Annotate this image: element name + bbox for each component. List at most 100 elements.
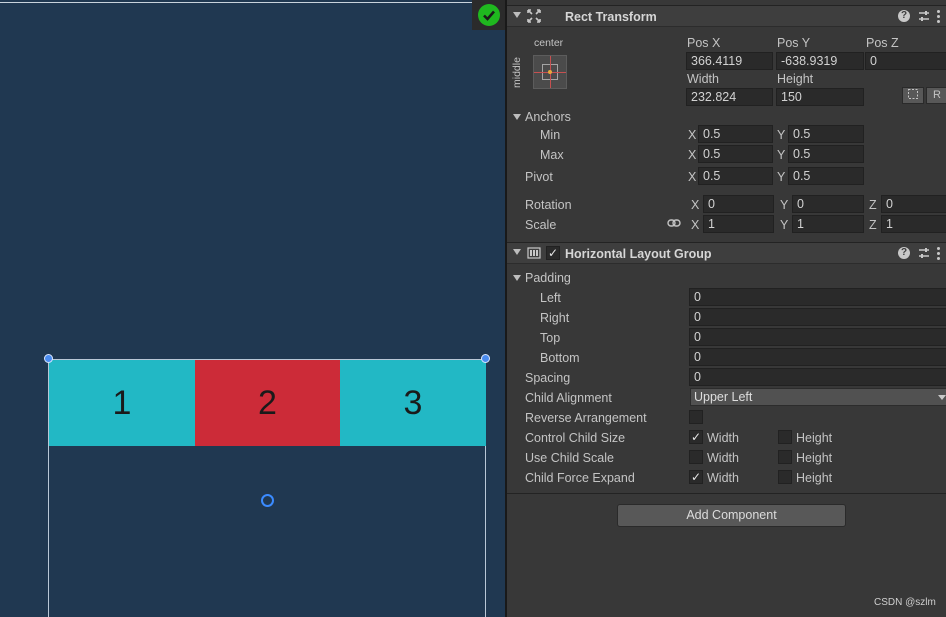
fold-arrow-icon[interactable] xyxy=(513,249,521,255)
pivot-y-field[interactable]: 0.5 xyxy=(788,167,864,185)
pos-y-label: Pos Y xyxy=(777,36,811,50)
height-option-label: Height xyxy=(796,431,833,445)
anchors-fold-icon[interactable] xyxy=(513,114,521,120)
padding-right-field[interactable]: 0 xyxy=(689,308,946,326)
pivot-label: Pivot xyxy=(525,170,553,184)
anchor-preset-button[interactable] xyxy=(533,55,567,89)
axis-y-label: Y xyxy=(777,170,786,184)
pivot-x-field[interactable]: 0.5 xyxy=(698,167,773,185)
padding-fold-icon[interactable] xyxy=(513,275,521,281)
anchor-min-y-field[interactable]: 0.5 xyxy=(788,125,864,143)
control-child-size-height-checkbox[interactable] xyxy=(778,430,792,444)
pos-z-label: Pos Z xyxy=(866,36,899,50)
use-child-scale-label: Use Child Scale xyxy=(525,451,614,465)
axis-y-label: Y xyxy=(777,128,786,142)
pos-x-label: Pos X xyxy=(687,36,721,50)
presets-icon[interactable] xyxy=(917,246,931,260)
use-child-scale-width-checkbox[interactable] xyxy=(689,450,703,464)
anchor-vertical-label: middle xyxy=(511,57,523,88)
fold-arrow-icon[interactable] xyxy=(513,12,521,18)
axis-y-label: Y xyxy=(780,218,789,232)
add-component-button[interactable]: Add Component xyxy=(617,504,846,527)
component-title: Rect Transform xyxy=(565,10,657,24)
help-icon[interactable]: ? xyxy=(898,247,910,259)
pos-y-field[interactable]: -638.9319 xyxy=(776,52,864,70)
anchor-horizontal-label: center xyxy=(534,37,564,49)
use-child-scale-height-checkbox[interactable] xyxy=(778,450,792,464)
scene-view[interactable]: 1 2 3 xyxy=(0,0,505,617)
raw-edit-button[interactable]: R xyxy=(926,87,946,104)
constrain-proportions-link-icon[interactable] xyxy=(667,218,681,228)
axis-y-label: Y xyxy=(780,198,789,212)
width-field[interactable]: 232.824 xyxy=(686,88,773,106)
width-label: Width xyxy=(687,72,719,86)
control-child-size-width-checkbox[interactable]: ✓ xyxy=(689,430,703,444)
height-field[interactable]: 150 xyxy=(776,88,864,106)
anchor-max-x-field[interactable]: 0.5 xyxy=(698,145,773,163)
kebab-menu-icon[interactable] xyxy=(937,247,941,260)
anchor-min-x-field[interactable]: 0.5 xyxy=(698,125,773,143)
child-label: 2 xyxy=(258,383,277,422)
anchor-min-label: Min xyxy=(540,128,561,142)
component-title: Horizontal Layout Group xyxy=(565,247,712,261)
anchor-max-y-field[interactable]: 0.5 xyxy=(788,145,864,163)
padding-label: Padding xyxy=(525,271,571,285)
horizontal-layout-icon xyxy=(527,247,541,259)
scale-x-field[interactable]: 1 xyxy=(703,215,774,233)
layout-child-2[interactable]: 2 xyxy=(195,360,340,446)
blueprint-mode-button[interactable] xyxy=(902,87,924,104)
component-separator xyxy=(507,493,946,494)
layout-child-3[interactable]: 3 xyxy=(340,360,486,446)
horizontal-layout-group-header[interactable]: ✓ Horizontal Layout Group ? xyxy=(507,242,946,264)
status-badge xyxy=(472,0,505,30)
child-label: 3 xyxy=(403,383,423,422)
chevron-down-icon xyxy=(938,395,946,400)
rotation-label: Rotation xyxy=(525,198,572,212)
rect-transform-header[interactable]: Rect Transform ? xyxy=(507,5,946,27)
child-force-expand-width-checkbox[interactable]: ✓ xyxy=(689,470,703,484)
height-option-label: Height xyxy=(796,451,833,465)
anchor-max-label: Max xyxy=(540,148,564,162)
padding-top-label: Top xyxy=(540,331,561,345)
component-enabled-checkbox[interactable]: ✓ xyxy=(546,246,560,260)
presets-icon[interactable] xyxy=(917,9,931,23)
scale-label: Scale xyxy=(525,218,557,232)
padding-left-field[interactable]: 0 xyxy=(689,288,946,306)
spacing-label: Spacing xyxy=(525,371,571,385)
axis-x-label: X xyxy=(691,198,700,212)
control-child-size-label: Control Child Size xyxy=(525,431,626,445)
axis-x-label: X xyxy=(688,128,697,142)
child-alignment-value: Upper Left xyxy=(694,390,753,404)
child-alignment-dropdown[interactable]: Upper Left xyxy=(690,388,946,406)
canvas-border xyxy=(0,2,472,3)
scale-z-field[interactable]: 1 xyxy=(881,215,946,233)
inspector-panel: Rect Transform ? center middle Pos X Pos… xyxy=(507,0,946,617)
height-label: Height xyxy=(777,72,814,86)
rect-handle-top-left[interactable] xyxy=(44,354,53,363)
axis-x-label: X xyxy=(691,218,700,232)
help-icon[interactable]: ? xyxy=(898,10,910,22)
reverse-arrangement-checkbox[interactable] xyxy=(689,410,703,424)
axis-z-label: Z xyxy=(869,198,877,212)
kebab-menu-icon[interactable] xyxy=(937,10,941,23)
axis-y-label: Y xyxy=(777,148,786,162)
width-option-label: Width xyxy=(707,451,739,465)
axis-x-label: X xyxy=(688,170,697,184)
layout-child-1[interactable]: 1 xyxy=(49,360,195,446)
child-force-expand-height-checkbox[interactable] xyxy=(778,470,792,484)
rotation-x-field[interactable]: 0 xyxy=(703,195,774,213)
padding-bottom-label: Bottom xyxy=(540,351,580,365)
rotation-z-field[interactable]: 0 xyxy=(881,195,946,213)
scale-y-field[interactable]: 1 xyxy=(792,215,864,233)
width-option-label: Width xyxy=(707,471,739,485)
child-label: 1 xyxy=(112,383,132,422)
width-option-label: Width xyxy=(707,431,739,445)
spacing-field[interactable]: 0 xyxy=(689,368,946,386)
pivot-handle[interactable] xyxy=(261,494,274,507)
padding-bottom-field[interactable]: 0 xyxy=(689,348,946,366)
rotation-y-field[interactable]: 0 xyxy=(792,195,864,213)
padding-top-field[interactable]: 0 xyxy=(689,328,946,346)
rect-handle-top-right[interactable] xyxy=(481,354,490,363)
pos-x-field[interactable]: 366.4119 xyxy=(686,52,773,70)
pos-z-field[interactable]: 0 xyxy=(865,52,946,70)
